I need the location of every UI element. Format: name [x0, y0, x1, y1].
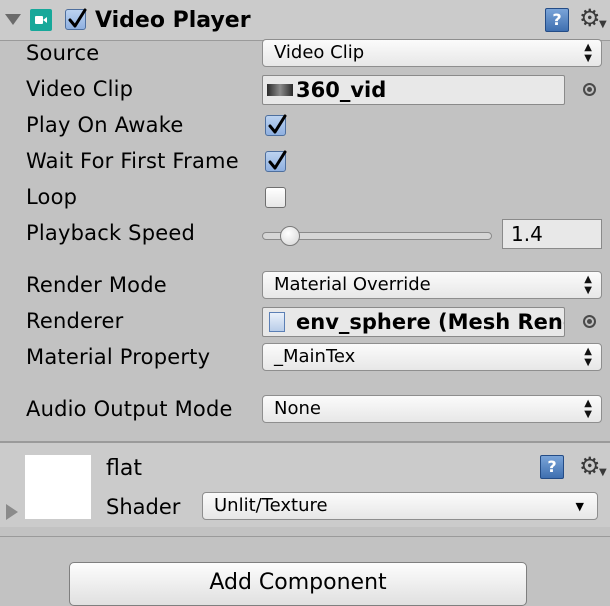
loop-label: Loop — [26, 185, 78, 209]
audio-output-mode-value: None — [274, 398, 321, 419]
material-preview — [25, 455, 91, 519]
wait-for-first-frame-checkbox[interactable] — [265, 150, 287, 172]
play-on-awake-checkbox[interactable] — [265, 114, 287, 136]
dropdown-arrows-icon: ▲ ▼ — [584, 42, 592, 64]
video-clip-value: 360_vid — [296, 78, 387, 102]
video-clip-thumbnail-icon — [267, 84, 293, 96]
video-clip-field[interactable]: 360_vid — [262, 75, 565, 105]
playback-speed-input[interactable]: 1.4 — [502, 219, 602, 249]
render-mode-dropdown[interactable]: Material Override ▲ ▼ — [262, 271, 602, 299]
shader-label: Shader — [106, 495, 181, 519]
object-picker-icon[interactable] — [583, 83, 596, 96]
material-property-dropdown[interactable]: _MainTex ▲ ▼ — [262, 343, 602, 371]
foldout-right-icon[interactable] — [6, 504, 18, 520]
dropdown-arrows-icon: ▲ ▼ — [584, 398, 592, 420]
loop-checkbox[interactable] — [265, 187, 286, 208]
source-value: Video Clip — [274, 42, 365, 63]
help-book-icon[interactable]: ? — [545, 8, 569, 32]
source-label: Source — [26, 41, 100, 65]
material-header: flat ? ⚙ ▼ Shader Unlit/Texture ▼ — [0, 443, 610, 527]
dropdown-arrows-icon: ▲ ▼ — [584, 346, 592, 368]
section-divider — [0, 536, 610, 537]
render-mode-label: Render Mode — [26, 273, 167, 297]
component-header: Video Player ? ⚙ ▼ — [0, 0, 610, 41]
foldout-down-icon[interactable] — [5, 14, 21, 25]
component-enabled-checkbox[interactable] — [65, 8, 87, 30]
render-mode-value: Material Override — [274, 274, 431, 295]
chevron-down-icon: ▼ — [599, 467, 607, 478]
video-clip-label: Video Clip — [26, 77, 134, 101]
chevron-down-icon: ▼ — [575, 500, 584, 513]
mesh-renderer-icon — [269, 312, 285, 332]
play-on-awake-label: Play On Awake — [26, 113, 184, 137]
shader-dropdown[interactable]: Unlit/Texture ▼ — [202, 492, 598, 520]
component-title: Video Player — [95, 8, 251, 33]
video-player-icon — [30, 9, 52, 31]
shader-value: Unlit/Texture — [214, 495, 328, 516]
gear-icon[interactable]: ⚙ — [579, 6, 601, 30]
audio-output-mode-dropdown[interactable]: None ▲ ▼ — [262, 395, 602, 423]
material-property-label: Material Property — [26, 345, 211, 369]
material-name: flat — [106, 456, 142, 481]
gear-icon[interactable]: ⚙ — [579, 454, 601, 478]
renderer-field[interactable]: env_sphere (Mesh Renderer) — [262, 307, 565, 337]
source-dropdown[interactable]: Video Clip ▲ ▼ — [262, 39, 602, 67]
renderer-label: Renderer — [26, 309, 124, 333]
wait-for-first-frame-label: Wait For First Frame — [26, 149, 239, 173]
help-book-icon[interactable]: ? — [540, 455, 564, 479]
material-property-value: _MainTex — [274, 346, 356, 367]
playback-speed-label: Playback Speed — [26, 221, 196, 245]
object-picker-icon[interactable] — [583, 315, 596, 328]
add-component-button[interactable]: Add Component — [69, 562, 527, 606]
dropdown-arrows-icon: ▲ ▼ — [584, 274, 592, 296]
audio-output-mode-label: Audio Output Mode — [26, 397, 233, 421]
renderer-value: env_sphere (Mesh Renderer) — [296, 310, 564, 334]
chevron-down-icon: ▼ — [599, 19, 607, 30]
playback-speed-slider-thumb[interactable] — [279, 226, 300, 246]
